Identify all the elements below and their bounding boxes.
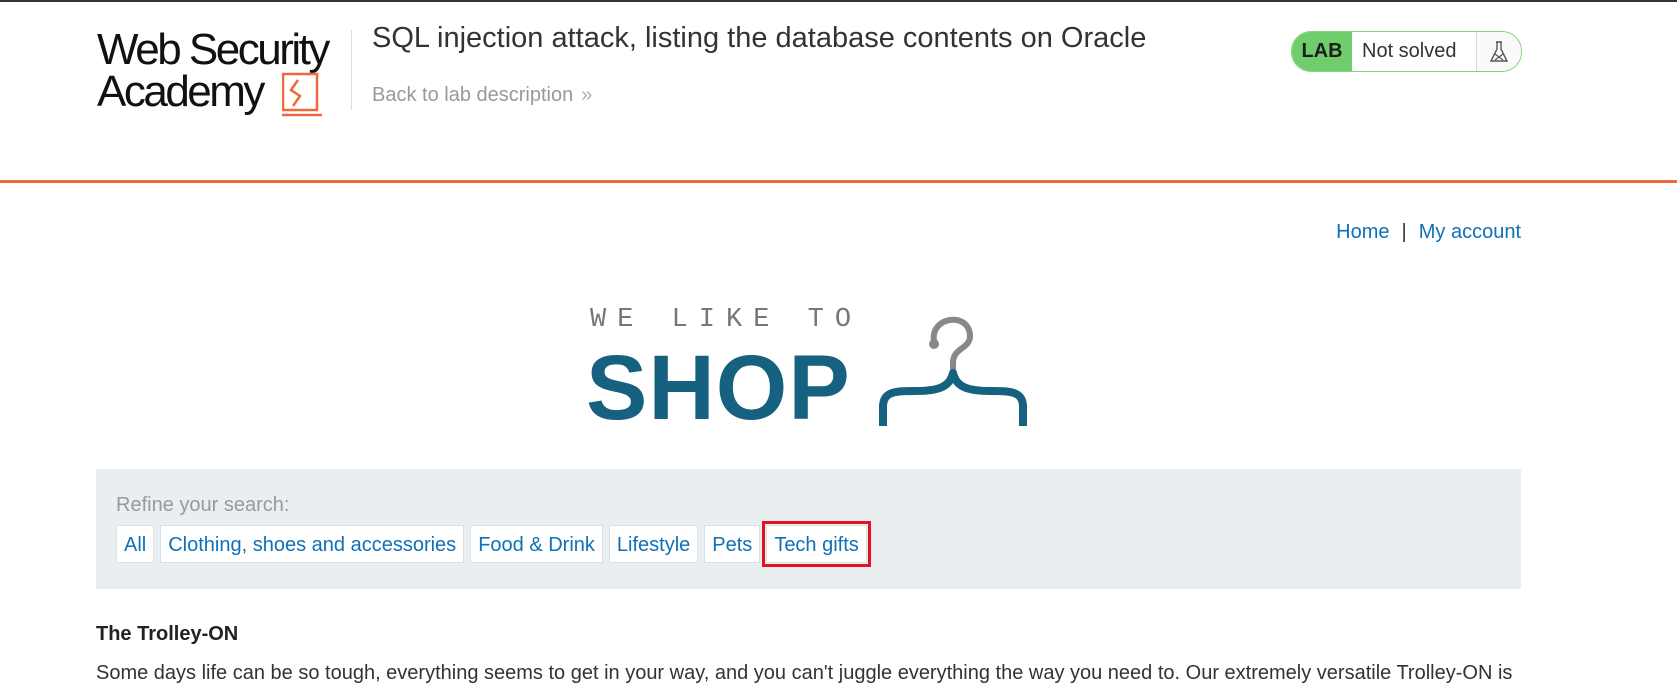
filter-clothing-shoes-accessories[interactable]: Clothing, shoes and accessories — [160, 525, 465, 563]
lab-header: Web Security Academy SQL injection attac… — [0, 2, 1677, 182]
top-navigation: Home | My account — [1336, 221, 1521, 244]
we-like-to-shop-logo: WE LIKE TO SHOP — [586, 305, 1028, 434]
header-divider — [351, 30, 352, 110]
back-link-label: Back to lab description — [372, 84, 574, 106]
lab-title: SQL injection attack, listing the databa… — [372, 22, 1147, 54]
product-title: The Trolley-ON — [96, 623, 239, 645]
web-security-academy-logo[interactable]: Web Security Academy — [97, 28, 347, 120]
nav-separator: | — [1401, 221, 1407, 243]
flask-icon — [1476, 32, 1521, 71]
filter-food-drink[interactable]: Food & Drink — [470, 525, 603, 563]
logo-line-2: Academy — [97, 67, 265, 116]
product-description: Some days life can be so tough, everythi… — [96, 662, 1513, 684]
refine-search-label: Refine your search: — [116, 494, 290, 516]
lab-status-text: Not solved — [1362, 40, 1457, 62]
hanger-icon — [879, 316, 1027, 426]
shop-logo-tagline: WE LIKE TO — [590, 305, 863, 335]
filter-lifestyle[interactable]: Lifestyle — [608, 525, 699, 563]
shop-logo-word: SHOP — [586, 337, 851, 439]
home-link[interactable]: Home — [1336, 221, 1389, 243]
filter-pets[interactable]: Pets — [704, 525, 761, 563]
header-orange-rule — [0, 180, 1677, 183]
filter-tech-gifts[interactable]: Tech gifts — [762, 521, 871, 567]
academy-logo-mark-icon — [282, 72, 322, 117]
my-account-link[interactable]: My account — [1419, 221, 1521, 243]
lab-status-widget: LAB Not solved — [1291, 31, 1522, 72]
back-to-lab-description-link[interactable]: Back to lab description » — [372, 84, 592, 107]
filter-all[interactable]: All — [116, 525, 155, 563]
filter-panel: Refine your search: All Clothing, shoes … — [96, 469, 1521, 589]
double-chevron-right-icon: » — [581, 84, 592, 106]
category-filter-list: All Clothing, shoes and accessories Food… — [116, 521, 873, 567]
lab-badge: LAB — [1292, 32, 1352, 71]
logo-line-1: Web Security — [97, 25, 330, 74]
